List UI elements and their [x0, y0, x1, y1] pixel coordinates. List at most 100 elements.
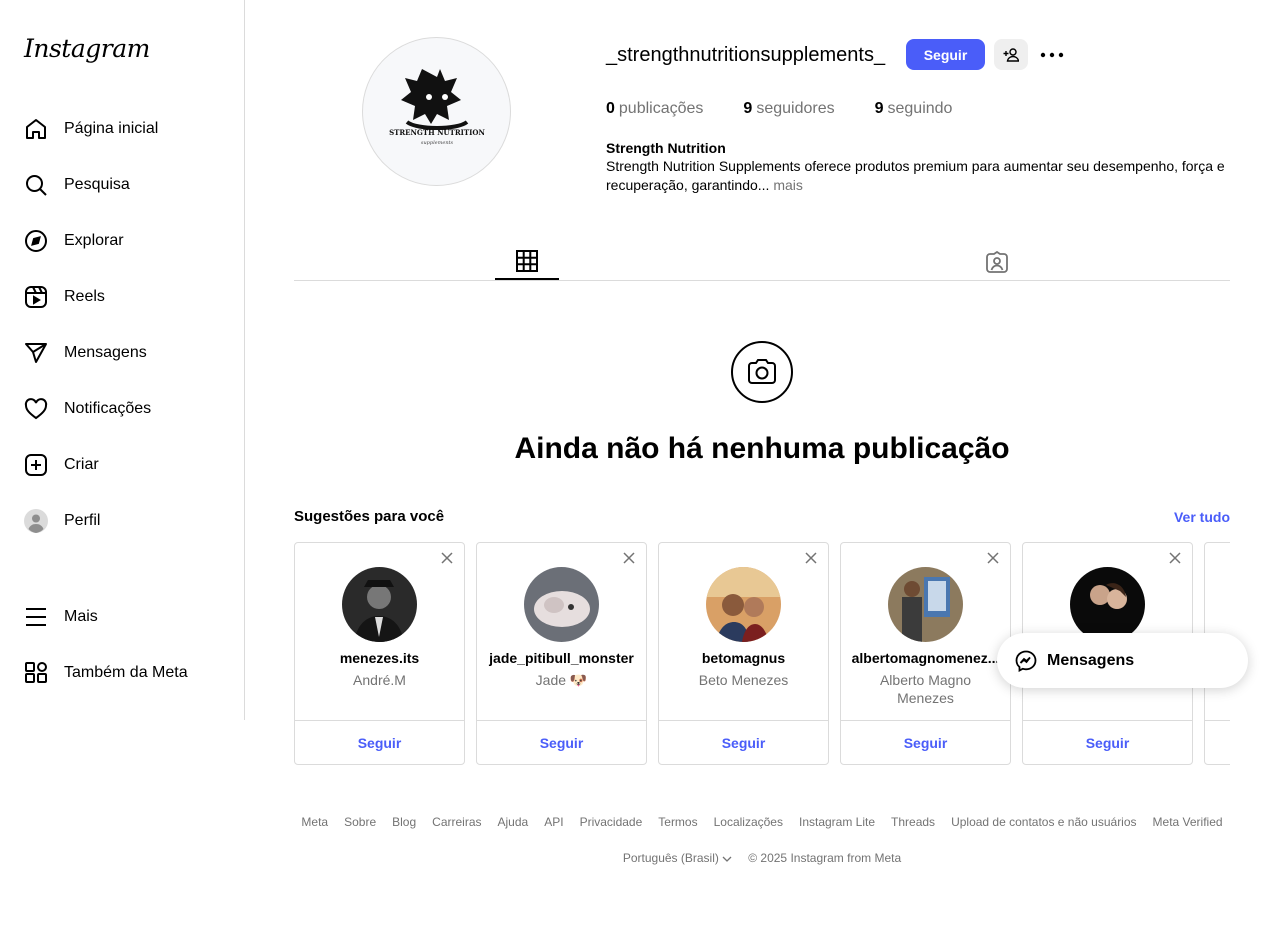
add-user-icon	[1003, 47, 1019, 62]
tab-posts[interactable]	[495, 244, 559, 280]
footer-link[interactable]: Termos	[658, 815, 697, 829]
home-icon	[24, 117, 48, 141]
compass-icon	[24, 229, 48, 253]
sidebar-item-label: Pesquisa	[64, 176, 130, 193]
sidebar-item-label: Reels	[64, 288, 105, 305]
plus-square-icon	[24, 453, 48, 477]
heart-icon	[24, 397, 48, 421]
profile-avatar[interactable]: STRENGTH NUTRITION supplements	[362, 37, 511, 186]
brand-logo-text: STRENGTH NUTRITION	[389, 128, 485, 137]
sidebar-item-create[interactable]: Criar	[12, 441, 232, 489]
suggestion-username[interactable]: albertomagnomenez...	[841, 650, 1010, 666]
suggestion-avatar[interactable]	[888, 567, 963, 642]
close-icon[interactable]	[1168, 551, 1182, 565]
sidebar-item-meta[interactable]: Também da Meta	[12, 649, 232, 697]
stat-posts: 0 publicações	[606, 100, 704, 117]
suggestion-follow-button[interactable]: Seguir	[659, 720, 828, 764]
footer-link[interactable]: Meta Verified	[1153, 815, 1223, 829]
sidebar-item-home[interactable]: Página inicial	[12, 105, 232, 153]
stat-following[interactable]: 9 seguindo	[875, 100, 953, 118]
empty-state-title: Ainda não há nenhuma publicação	[514, 432, 1010, 465]
tagged-icon	[986, 251, 1008, 273]
suggestion-follow-button[interactable]: Seguir	[841, 720, 1010, 764]
search-icon	[24, 173, 48, 197]
suggestion-avatar[interactable]	[1070, 567, 1145, 642]
profile-avatar-icon	[24, 509, 48, 533]
reels-icon	[24, 285, 48, 309]
instagram-logo[interactable]: Instagram	[24, 34, 150, 63]
suggestion-fullname: Jade 🐶	[535, 672, 588, 688]
footer-bottom: Português (Brasil) © 2025 Instagram from…	[294, 851, 1230, 865]
sidebar-item-label: Notificações	[64, 400, 152, 417]
suggestion-avatar[interactable]	[706, 567, 781, 642]
footer-link[interactable]: Threads	[891, 815, 935, 829]
footer-link[interactable]: Meta	[301, 815, 328, 829]
sidebar-item-label: Perfil	[64, 512, 101, 529]
profile-stats: 0 publicações 9 seguidores 9 seguindo	[606, 100, 952, 118]
stat-followers[interactable]: 9 seguidores	[743, 100, 834, 118]
messages-floating-label: Mensagens	[1047, 651, 1135, 669]
empty-state-camera	[731, 341, 793, 403]
meta-apps-icon	[24, 661, 48, 685]
more-dots-icon	[1040, 52, 1064, 57]
follow-button[interactable]: Seguir	[906, 39, 985, 70]
footer-link[interactable]: Sobre	[344, 815, 376, 829]
footer-link[interactable]: Upload de contatos e não usuários	[951, 815, 1136, 829]
sidebar-item-label: Mensagens	[64, 344, 147, 361]
bio-more-link[interactable]: mais	[773, 177, 803, 193]
menu-icon	[24, 605, 48, 629]
bio-text: Strength Nutrition Supplements oferece p…	[606, 158, 1225, 193]
footer-link[interactable]: Instagram Lite	[799, 815, 875, 829]
suggestion-avatar[interactable]	[342, 567, 417, 642]
options-button[interactable]	[1038, 39, 1066, 70]
sidebar-item-search[interactable]: Pesquisa	[12, 161, 232, 209]
close-icon[interactable]	[804, 551, 818, 565]
suggestion-avatar[interactable]	[524, 567, 599, 642]
sidebar-item-explore[interactable]: Explorar	[12, 217, 232, 265]
suggestions-title: Sugestões para você	[294, 508, 445, 525]
sidebar-item-messages[interactable]: Mensagens	[12, 329, 232, 377]
suggestion-follow-button[interactable]: Seguir	[295, 720, 464, 764]
tab-tagged[interactable]	[965, 244, 1029, 280]
suggestion-card: betomagnus Beto Menezes Seguir	[658, 542, 829, 765]
suggestion-username[interactable]: jade_pitibull_monster	[477, 650, 646, 666]
footer-link[interactable]: Localizações	[714, 815, 783, 829]
sidebar-item-profile[interactable]: Perfil	[12, 497, 232, 545]
footer-link[interactable]: Ajuda	[498, 815, 529, 829]
send-icon	[24, 341, 48, 365]
close-icon[interactable]	[986, 551, 1000, 565]
close-icon[interactable]	[440, 551, 454, 565]
brand-logo-subtext: supplements	[420, 140, 453, 146]
sidebar-item-more[interactable]: Mais	[12, 593, 232, 641]
sidebar-item-label: Mais	[64, 608, 98, 625]
suggestion-card: albertomagnomenez... Alberto Magno Menez…	[840, 542, 1011, 765]
suggestion-username[interactable]: menezes.its	[295, 650, 464, 666]
close-icon[interactable]	[622, 551, 636, 565]
messenger-icon	[1015, 650, 1037, 672]
sidebar-item-reels[interactable]: Reels	[12, 273, 232, 321]
sidebar-item-label: Página inicial	[64, 120, 159, 137]
profile-bio: Strength Nutrition Supplements oferece p…	[606, 157, 1236, 195]
language-selector[interactable]: Português (Brasil)	[623, 851, 732, 865]
profile-username: _strengthnutritionsupplements_	[606, 44, 886, 66]
suggested-users-button[interactable]	[994, 39, 1028, 70]
see-all-link[interactable]: Ver tudo	[1174, 509, 1230, 525]
footer-link[interactable]: API	[544, 815, 563, 829]
tabs-divider	[294, 280, 1230, 281]
suggestion-fullname: Alberto Magno Menezes	[879, 672, 972, 706]
footer-link[interactable]: Privacidade	[580, 815, 643, 829]
messages-floating-button[interactable]: Mensagens	[997, 633, 1248, 688]
profile-full-name: Strength Nutrition	[606, 140, 726, 156]
sidebar-item-notifications[interactable]: Notificações	[12, 385, 232, 433]
language-label: Português (Brasil)	[622, 851, 719, 865]
suggestion-username[interactable]: betomagnus	[659, 650, 828, 666]
sidebar-item-label: Também da Meta	[64, 664, 188, 681]
suggestion-follow-button[interactable]: Seguir	[1023, 720, 1192, 764]
footer-link[interactable]: Carreiras	[432, 815, 481, 829]
suggestion-fullname: Beto Menezes	[698, 672, 789, 688]
footer-link[interactable]: Blog	[392, 815, 416, 829]
suggestion-follow-button[interactable]: Seguir	[477, 720, 646, 764]
copyright: © 2025 Instagram from Meta	[748, 851, 902, 865]
suggestion-fullname: André.M	[353, 672, 406, 688]
suggestion-follow-button[interactable]	[1205, 720, 1230, 764]
